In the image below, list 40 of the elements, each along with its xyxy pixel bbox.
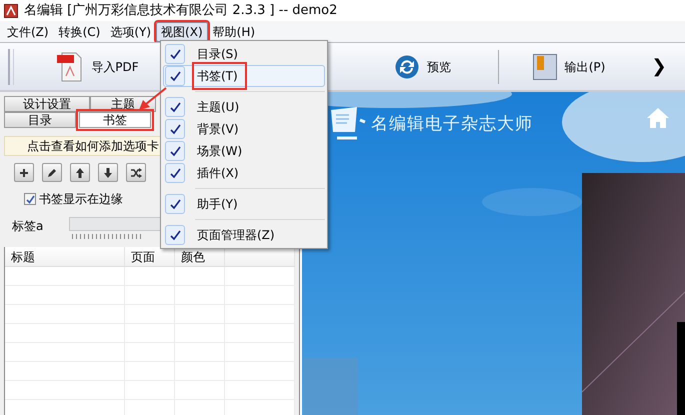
up-arrow-icon	[74, 166, 86, 178]
checkbox-label: 书签显示在边缘	[39, 191, 123, 208]
pencil-icon	[46, 166, 58, 178]
add-button[interactable]	[14, 163, 34, 182]
tick-marks	[72, 234, 142, 239]
down-arrow-button[interactable]	[98, 163, 118, 182]
menu-item[interactable]: 页面管理器(Z)	[163, 224, 325, 246]
export-icon	[532, 54, 557, 80]
shuffle-button[interactable]	[126, 163, 146, 182]
menu-item[interactable]: 文件(Z)	[2, 22, 54, 42]
field-label: 标签a	[12, 218, 44, 235]
preview-button[interactable]: 预览	[348, 46, 498, 86]
menu-item[interactable]: 背景(V)	[163, 118, 325, 140]
add-icon	[18, 166, 30, 178]
tab[interactable]: 目录	[4, 112, 76, 128]
refresh-icon	[395, 54, 419, 78]
pencil-button[interactable]	[42, 163, 62, 182]
menu-item[interactable]: 帮助(H)	[208, 22, 260, 42]
menu-item[interactable]: 书签(T)	[163, 65, 325, 87]
logo-text: 名编辑电子杂志大师	[371, 113, 533, 136]
menu-item[interactable]: 视图(X)	[156, 22, 208, 42]
pdf-file-icon	[57, 52, 84, 82]
down-arrow-icon	[102, 166, 114, 178]
export-button[interactable]: 输出(P)	[499, 46, 639, 86]
up-arrow-button[interactable]	[70, 163, 90, 182]
menu-item[interactable]: 助手(Y)	[163, 193, 325, 215]
shuffle-icon	[130, 166, 142, 178]
more-button[interactable]: ❯	[639, 46, 679, 86]
menu-item[interactable]: 选项(Y)	[105, 22, 156, 42]
menu-item[interactable]: 转换(C)	[54, 22, 106, 42]
menu-item[interactable]: 目录(S)	[163, 43, 325, 65]
app-icon	[4, 4, 18, 18]
tab[interactable]: 书签	[79, 112, 151, 128]
column-header[interactable]: 标题	[5, 247, 125, 266]
window-title: 名编辑 [广州万彩信息技术有限公司 2.3.3 ] -- demo2	[24, 2, 338, 20]
tab[interactable]: 设计设置	[4, 96, 90, 112]
checkbox[interactable]	[24, 193, 36, 205]
menu-item[interactable]: 插件(X)	[163, 162, 325, 184]
menu-item[interactable]: 场景(W)	[163, 140, 325, 162]
menu-item[interactable]: 主题(U)	[163, 96, 325, 118]
